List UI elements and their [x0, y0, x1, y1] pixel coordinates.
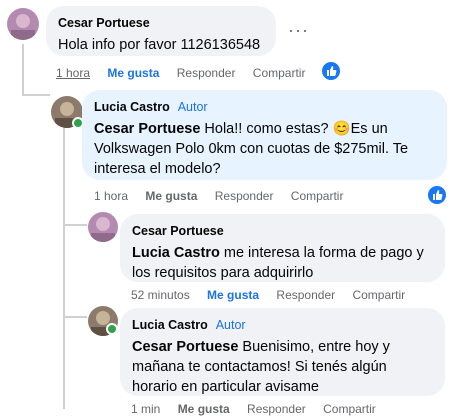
comment-actions: 1 hora Me gusta Responder Compartir: [94, 189, 357, 203]
like-reaction-icon[interactable]: [320, 60, 342, 82]
share-button[interactable]: Compartir: [352, 288, 405, 302]
comment-author[interactable]: Lucia Castro: [94, 100, 170, 114]
thread-line-reply-2: [63, 316, 87, 318]
like-reaction-icon[interactable]: [426, 184, 448, 206]
reply-button[interactable]: Responder: [276, 288, 335, 302]
comment-time-link[interactable]: 1 min: [131, 402, 160, 416]
author-badge: Autor: [177, 100, 208, 114]
comment-actions: 52 minutos Me gusta Responder Compartir: [131, 288, 419, 302]
share-button[interactable]: Compartir: [291, 189, 344, 203]
like-button[interactable]: Me gusta: [178, 402, 230, 416]
comment-bubble-2: Lucia Castro Autor Cesar Portuese Hola!! …: [82, 90, 447, 180]
comment-actions: 1 min Me gusta Responder Compartir: [131, 402, 390, 416]
share-button[interactable]: Compartir: [323, 402, 376, 416]
mention-link[interactable]: Lucia Castro: [132, 245, 220, 261]
thread-line-sub: [63, 120, 65, 409]
thread-line-main: [22, 44, 24, 96]
comment-bubble-3: Cesar Portuese Lucia Castro me interesa …: [120, 214, 445, 282]
comment-time-link[interactable]: 52 minutos: [131, 288, 190, 302]
comment-text: Cesar Portuese Hola!! como estas? 😊Es un…: [94, 121, 409, 177]
like-button[interactable]: Me gusta: [107, 66, 159, 80]
thread-line-curve: [22, 94, 50, 96]
like-button[interactable]: Me gusta: [207, 288, 259, 302]
comment-author[interactable]: Cesar Portuese: [58, 16, 150, 30]
comment-author[interactable]: Lucia Castro: [132, 318, 208, 332]
comment-time-link[interactable]: 1 hora: [56, 66, 90, 80]
more-options-icon[interactable]: ···: [288, 20, 309, 41]
like-button[interactable]: Me gusta: [145, 189, 197, 203]
reply-button[interactable]: Responder: [215, 189, 274, 203]
author-badge: Autor: [215, 318, 246, 332]
mention-link[interactable]: Cesar Portuese: [132, 339, 238, 355]
online-status-icon: [106, 323, 118, 335]
comment-author[interactable]: Cesar Portuese: [132, 224, 224, 238]
thread-line-reply-1: [63, 224, 87, 226]
reply-button[interactable]: Responder: [247, 402, 306, 416]
share-button[interactable]: Compartir: [253, 66, 306, 80]
comment-text: Lucia Castro me interesa la forma de pag…: [132, 245, 424, 281]
mention-link[interactable]: Cesar Portuese: [94, 121, 200, 137]
comment-text: Cesar Portuese Buenisimo, entre hoy y ma…: [132, 339, 390, 395]
comment-text: Hola info por favor 1126136548: [58, 37, 261, 53]
comment-bubble-1: Cesar Portuese Hola info por favor 11261…: [46, 6, 276, 56]
avatar-cesar[interactable]: [7, 8, 39, 40]
comment-bubble-4: Lucia Castro Autor Cesar Portuese Buenisi…: [120, 308, 445, 396]
avatar-cesar[interactable]: [88, 212, 118, 242]
comment-time-link[interactable]: 1 hora: [94, 189, 128, 203]
reply-button[interactable]: Responder: [177, 66, 236, 80]
comment-actions: 1 hora Me gusta Responder Compartir: [56, 66, 319, 80]
